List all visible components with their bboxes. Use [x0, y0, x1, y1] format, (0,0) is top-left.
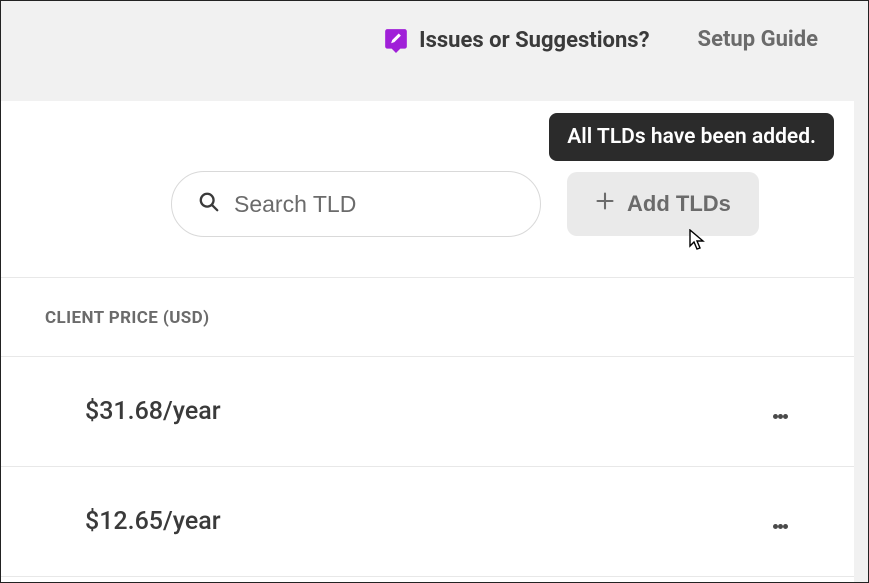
scrollbar-track[interactable]: [854, 101, 868, 582]
tooltip-text: All TLDs have been added.: [567, 125, 816, 149]
add-tlds-label: Add TLDs: [627, 191, 731, 217]
setup-guide-label: Setup Guide: [698, 27, 818, 52]
column-header-label: CLIENT PRICE (USD): [45, 308, 210, 328]
table-row: $31.68/year: [1, 357, 868, 467]
plus-icon: [595, 191, 615, 217]
search-tld-field[interactable]: [171, 171, 541, 237]
table-row: $12.65/year: [1, 467, 868, 577]
more-actions-button[interactable]: [773, 399, 788, 425]
add-tlds-button[interactable]: Add TLDs: [567, 172, 759, 236]
top-bar: Issues or Suggestions? Setup Guide: [1, 1, 868, 101]
price-value: $31.68/year: [85, 397, 221, 426]
more-actions-button[interactable]: [773, 509, 788, 535]
setup-guide-link[interactable]: Setup Guide: [698, 27, 818, 52]
search-input[interactable]: [234, 191, 514, 218]
more-icon: [773, 399, 788, 425]
feedback-icon: [383, 27, 409, 53]
issues-suggestions-link[interactable]: Issues or Suggestions?: [383, 27, 649, 53]
column-header-client-price: CLIENT PRICE (USD): [1, 278, 868, 357]
tooltip: All TLDs have been added.: [549, 113, 834, 161]
price-value: $12.65/year: [85, 507, 221, 536]
search-icon: [198, 191, 220, 217]
more-icon: [773, 509, 788, 535]
issues-suggestions-label: Issues or Suggestions?: [419, 28, 649, 53]
